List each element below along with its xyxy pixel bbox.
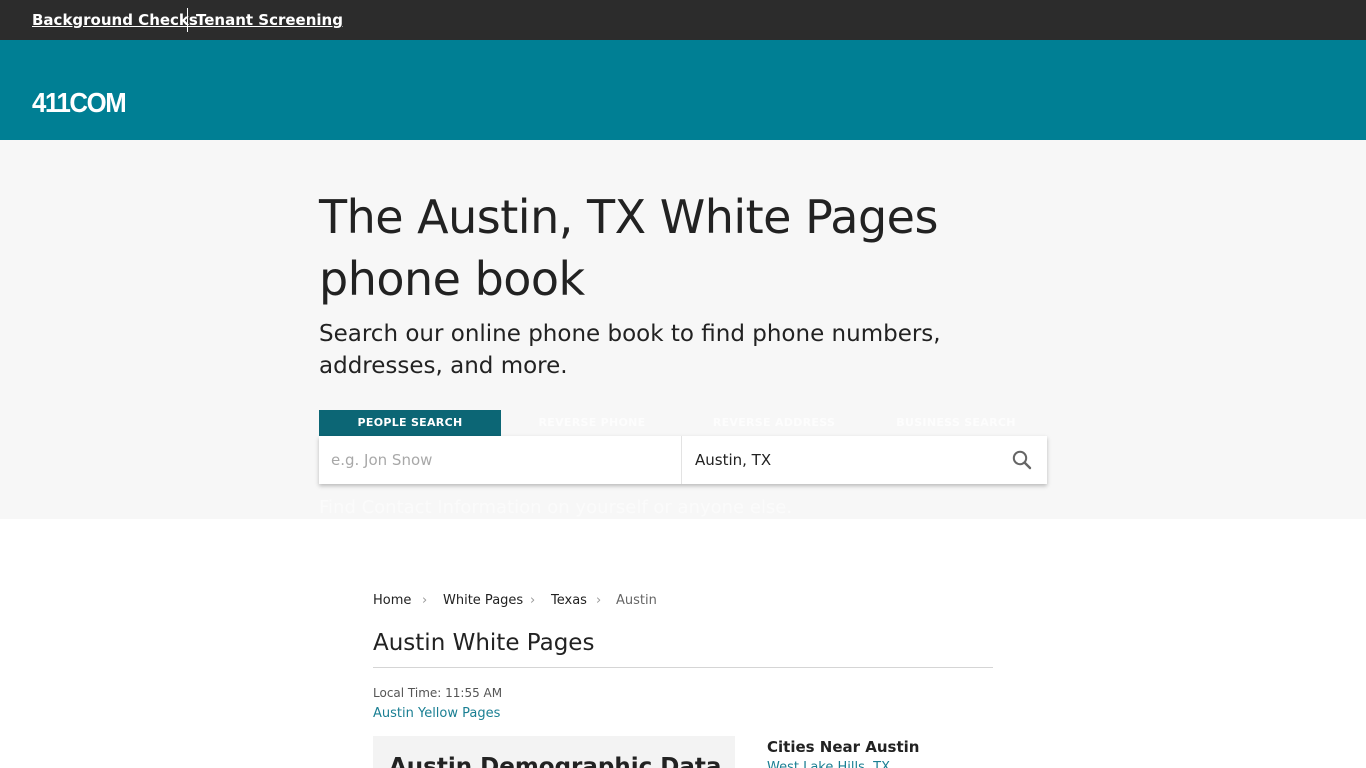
yellow-pages-link[interactable]: Austin Yellow Pages [373,706,500,721]
section-title: Austin White Pages [373,630,595,656]
site-header: 411COM [0,40,1366,140]
local-time: Local Time: 11:55 AM [373,686,503,700]
tab-reverse-phone[interactable]: REVERSE PHONE [501,410,683,436]
demographic-title: Austin Demographic Data [389,754,722,768]
chevron-right-icon: › [596,593,602,608]
tab-reverse-address[interactable]: REVERSE ADDRESS [683,410,865,436]
tab-business-search[interactable]: BUSINESS SEARCH [865,410,1047,436]
demographic-data-card: Austin Demographic Data [373,736,735,768]
search-tabs: PEOPLE SEARCH REVERSE PHONE REVERSE ADDR… [319,410,1047,436]
page-heading: The Austin, TX White Pages phone book [319,190,938,306]
chevron-right-icon: › [422,593,428,608]
nearby-city-link[interactable]: West Lake Hills, TX [767,760,890,768]
cities-near-heading: Cities Near Austin [767,738,920,756]
top-bar: Background Checks Tenant Screening [0,0,1366,40]
breadcrumb-home[interactable]: Home [373,593,411,608]
hero-note: Find Contact Information on yourself or … [319,497,793,518]
location-input[interactable] [683,436,1003,484]
search-form [319,436,1047,484]
breadcrumb-white-pages[interactable]: White Pages [443,593,523,608]
breadcrumb-texas[interactable]: Texas [551,593,587,608]
breadcrumb-current: Austin [616,593,657,608]
title-divider [373,667,993,668]
chevron-right-icon: › [530,593,536,608]
site-logo[interactable]: 411COM [32,87,127,119]
search-button[interactable] [1009,447,1035,473]
tenant-screening-link[interactable]: Tenant Screening [196,11,343,29]
hero-subtitle: Search our online phone book to find pho… [319,321,941,379]
name-search-input[interactable] [319,436,682,484]
tab-people-search[interactable]: PEOPLE SEARCH [319,410,501,436]
search-icon [1012,450,1032,470]
topbar-divider [187,8,188,32]
background-checks-link[interactable]: Background Checks [32,11,198,29]
